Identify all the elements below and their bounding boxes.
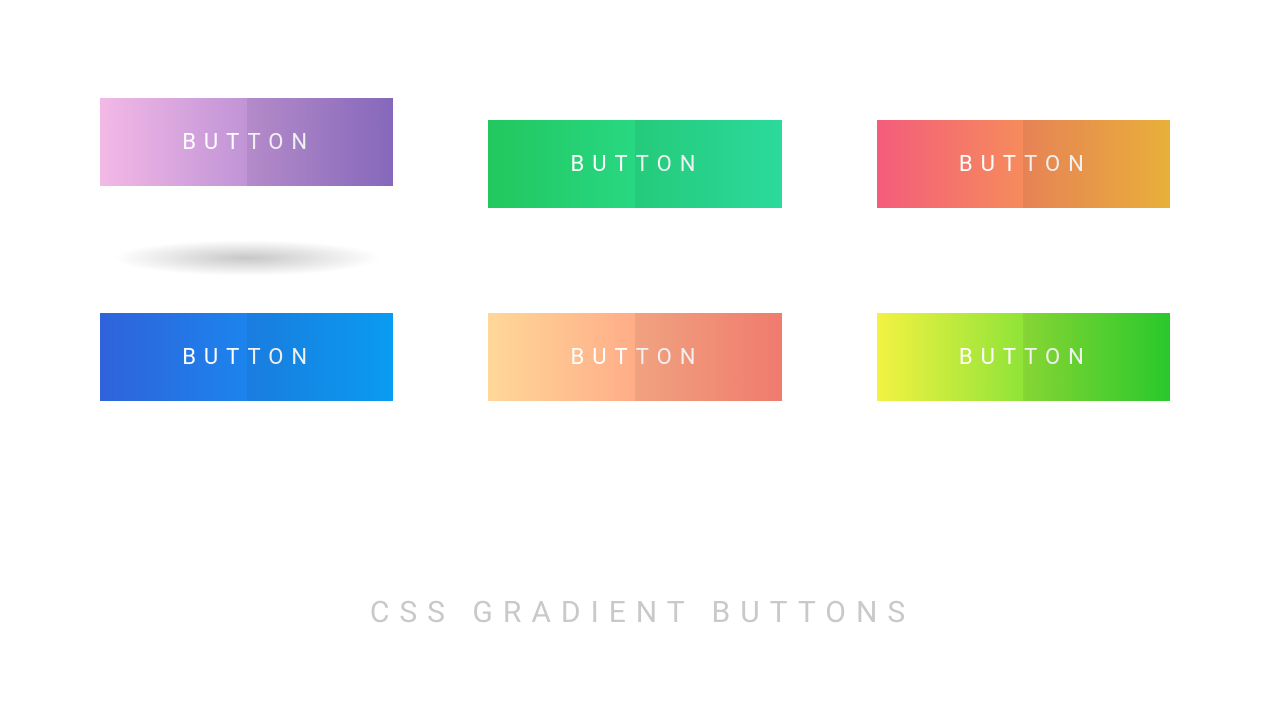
- button-cell-hover: BUTTON: [100, 120, 393, 208]
- button-label: BUTTON: [955, 345, 1092, 370]
- button-label: BUTTON: [178, 345, 315, 370]
- gradient-button-blue[interactable]: BUTTON: [100, 313, 393, 401]
- button-label: BUTTON: [178, 130, 315, 155]
- button-label: BUTTON: [567, 345, 704, 370]
- gradient-button-pink-orange[interactable]: BUTTON: [877, 120, 1170, 208]
- button-grid: BUTTON BUTTON BUTTON BUTTON BUTTON BUTTO…: [100, 120, 1170, 401]
- page-title: CSS GRADIENT BUTTONS: [0, 595, 1280, 630]
- button-label: BUTTON: [955, 152, 1092, 177]
- gradient-button-green[interactable]: BUTTON: [488, 120, 781, 208]
- gradient-button-purple[interactable]: BUTTON: [100, 98, 393, 186]
- hover-shadow: [112, 240, 382, 276]
- gradient-button-peach[interactable]: BUTTON: [488, 313, 781, 401]
- gradient-button-yellow-green[interactable]: BUTTON: [877, 313, 1170, 401]
- button-label: BUTTON: [567, 152, 704, 177]
